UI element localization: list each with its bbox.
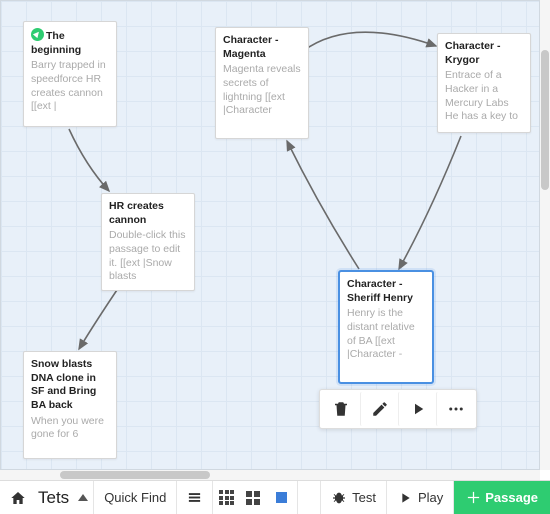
test-label: Test [352,490,376,505]
node-body: Entrace of a Hacker in a Mercury Labs He… [445,69,523,124]
passage-label: Passage [485,490,538,505]
bug-icon [331,490,347,506]
passage-node-snow[interactable]: Snow blasts DNA clone in SF and Bring BA… [23,351,117,459]
node-title: Character - Krygor [445,40,523,67]
passage-node-hrcannon[interactable]: HR creates cannon Double-click this pass… [101,193,195,291]
zoom-small-button[interactable] [213,481,240,514]
node-body: Barry trapped in speedforce HR creates c… [31,59,109,114]
toolbar-spacer [298,481,321,514]
node-body: Magenta reveals secrets of lightning [[e… [223,63,301,118]
story-canvas[interactable]: The beginning Barry trapped in speedforc… [0,0,540,470]
list-icon [187,490,202,505]
zoom-medium-button[interactable] [240,481,266,514]
node-body: Double-click this passage to edit it. [[… [109,229,187,284]
trash-icon [332,400,350,418]
node-title: Character - Sheriff Henry [347,278,425,305]
more-button[interactable] [436,392,474,426]
home-button[interactable] [0,481,30,514]
node-body: Henry is the distant relative of BA [[ex… [347,307,425,362]
start-icon [31,28,44,41]
grid-small-icon [219,490,234,505]
scrollbar-vertical[interactable] [540,0,550,470]
story-name: Tets [38,488,69,508]
zoom-large-button[interactable] [266,481,298,514]
quick-find-button[interactable]: Quick Find [94,481,177,514]
story-menu-button[interactable]: Tets [30,481,94,514]
home-icon [10,490,26,506]
passage-node-beginning[interactable]: The beginning Barry trapped in speedforc… [23,21,117,127]
node-title: Snow blasts DNA clone in SF and Bring BA… [31,358,109,413]
node-body: When you were gone for 6 [31,415,109,442]
passage-node-sheriff[interactable]: Character - Sheriff Henry Henry is the d… [339,271,433,383]
delete-button[interactable] [322,392,360,426]
bottom-toolbar: Tets Quick Find Test Play Passage [0,480,550,514]
chevron-up-icon [78,494,88,501]
view-list-button[interactable] [177,481,213,514]
quick-find-label: Quick Find [104,490,166,505]
grid-medium-icon [246,491,260,505]
scrollbar-horizontal[interactable] [0,470,540,480]
node-context-toolbar [319,389,477,429]
scrollbar-thumb[interactable] [541,50,549,190]
play-button[interactable] [398,392,436,426]
passage-node-magenta[interactable]: Character - Magenta Magenta reveals secr… [215,27,309,139]
edit-button[interactable] [360,392,398,426]
play-icon [397,490,413,506]
node-title: HR creates cannon [109,200,187,227]
passage-node-krygor[interactable]: Character - Krygor Entrace of a Hacker i… [437,33,531,133]
grid-large-icon [276,492,287,503]
add-passage-button[interactable]: Passage [454,481,550,514]
node-title: The beginning [31,28,109,57]
test-button[interactable]: Test [321,481,387,514]
scrollbar-thumb[interactable] [60,471,210,479]
pencil-icon [371,400,389,418]
play-icon [409,400,427,418]
node-title: Character - Magenta [223,34,301,61]
play-story-button[interactable]: Play [387,481,454,514]
play-label: Play [418,490,443,505]
plus-icon [466,490,481,505]
ellipsis-icon [447,400,465,418]
